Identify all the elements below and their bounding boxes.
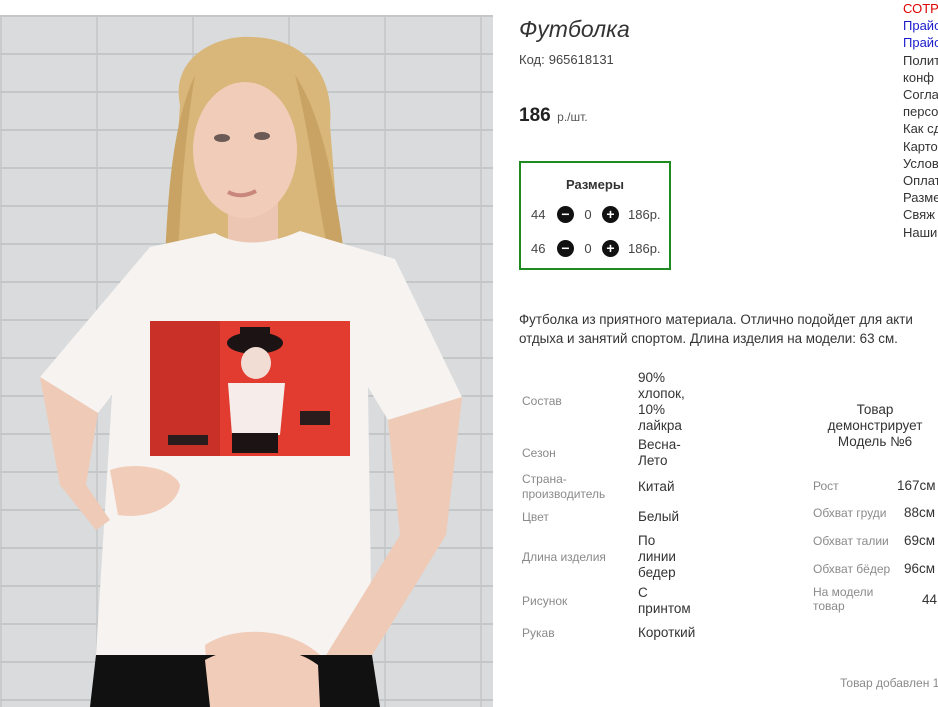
side-link[interactable]: Прайс [903, 34, 938, 51]
model-heading: Товар демонстрирует Модель №6 [827, 402, 923, 449]
model-param-label: Рост [813, 479, 839, 493]
plus-circle-icon[interactable]: + [602, 239, 619, 257]
side-link[interactable]: Как сд [903, 120, 938, 137]
description-line: Футболка из приятного материала. Отлично… [519, 312, 913, 327]
product-code-label: Код: [519, 52, 545, 67]
spec-label-length: Длина изделия [522, 550, 606, 564]
spec-value-composition: 90% хлопок, 10% лайкра [638, 370, 685, 433]
size-row-44: 44 − 0 + 186р. [531, 205, 661, 223]
quantity-value[interactable]: 0 [574, 241, 602, 256]
spec-label-season: Сезон [522, 446, 556, 460]
side-link[interactable]: конф [903, 69, 938, 86]
size-label: 46 [531, 240, 546, 256]
spec-value-sleeve: Короткий [638, 625, 696, 640]
size-price: 186р. [628, 240, 661, 256]
model-param-value: 167см [897, 478, 936, 493]
spec-label-sleeve: Рукав [522, 626, 555, 640]
side-link[interactable]: СОТР [903, 0, 938, 17]
price-unit: р./шт. [557, 110, 588, 124]
plus-circle-icon[interactable]: + [602, 205, 619, 223]
size-row-46: 46 − 0 + 186р. [531, 239, 661, 257]
sizes-box: Размеры 44 − 0 + 186р. 46 − 0 + 186р. [519, 161, 671, 270]
spec-label-composition: Состав [522, 394, 562, 408]
side-link[interactable]: Разме [903, 189, 938, 206]
model-param-value: 96см [904, 561, 936, 576]
model-param-value: 69см [904, 533, 936, 548]
spec-label-print: Рисунок [522, 594, 568, 608]
spec-label-country: Страна-производитель [522, 472, 606, 501]
spec-value-length: По линии бедер [638, 533, 676, 580]
model-tshirt-illustration [40, 36, 462, 707]
spec-value-color: Белый [638, 509, 680, 524]
size-label: 44 [531, 206, 546, 222]
product-description: Футболка из приятного материала. Отлично… [519, 310, 938, 348]
spec-label-color: Цвет [522, 510, 549, 524]
price-value: 186 [519, 105, 551, 126]
side-link[interactable]: Свяж [903, 206, 938, 223]
product-photo[interactable] [0, 15, 493, 707]
side-link[interactable]: Карто [903, 138, 938, 155]
spec-value-season: Весна- Лето [638, 437, 681, 468]
model-param-label: Обхват талии [813, 534, 889, 548]
side-link[interactable]: Полит [903, 52, 938, 69]
size-price: 186р. [628, 206, 661, 222]
side-link[interactable]: Прайс [903, 17, 938, 34]
description-line: отдыха и занятий спортом. Длина изделия … [519, 331, 898, 346]
product-price: 186 р./шт. [519, 105, 588, 127]
model-param-label: Обхват груди [813, 506, 887, 520]
model-param-label: На модели товар [813, 585, 874, 613]
model-param-label: Обхват бёдер [813, 562, 891, 576]
minus-circle-icon[interactable]: − [557, 239, 574, 257]
product-code: Код: 965618131 [519, 52, 614, 67]
model-param-value: 44 [922, 592, 938, 607]
side-link[interactable]: Услов [903, 155, 938, 172]
quantity-value[interactable]: 0 [574, 207, 602, 222]
product-code-value: 965618131 [548, 52, 614, 67]
side-link[interactable]: Согла [903, 86, 938, 103]
product-title: Футболка [519, 16, 630, 42]
spec-value-country: Китай [638, 479, 675, 494]
spec-value-print: Спринтом [638, 585, 691, 616]
side-menu: СОТР Прайс Прайс Полит конф Согла персо … [903, 0, 938, 241]
side-link[interactable]: персо [903, 103, 938, 120]
sizes-title: Размеры [566, 177, 624, 192]
side-link[interactable]: Наши [903, 224, 938, 241]
minus-circle-icon[interactable]: − [557, 205, 574, 223]
side-link[interactable]: Оплат [903, 172, 938, 189]
model-param-value: 88см [904, 505, 936, 520]
added-date: Товар добавлен 1 [840, 676, 938, 690]
